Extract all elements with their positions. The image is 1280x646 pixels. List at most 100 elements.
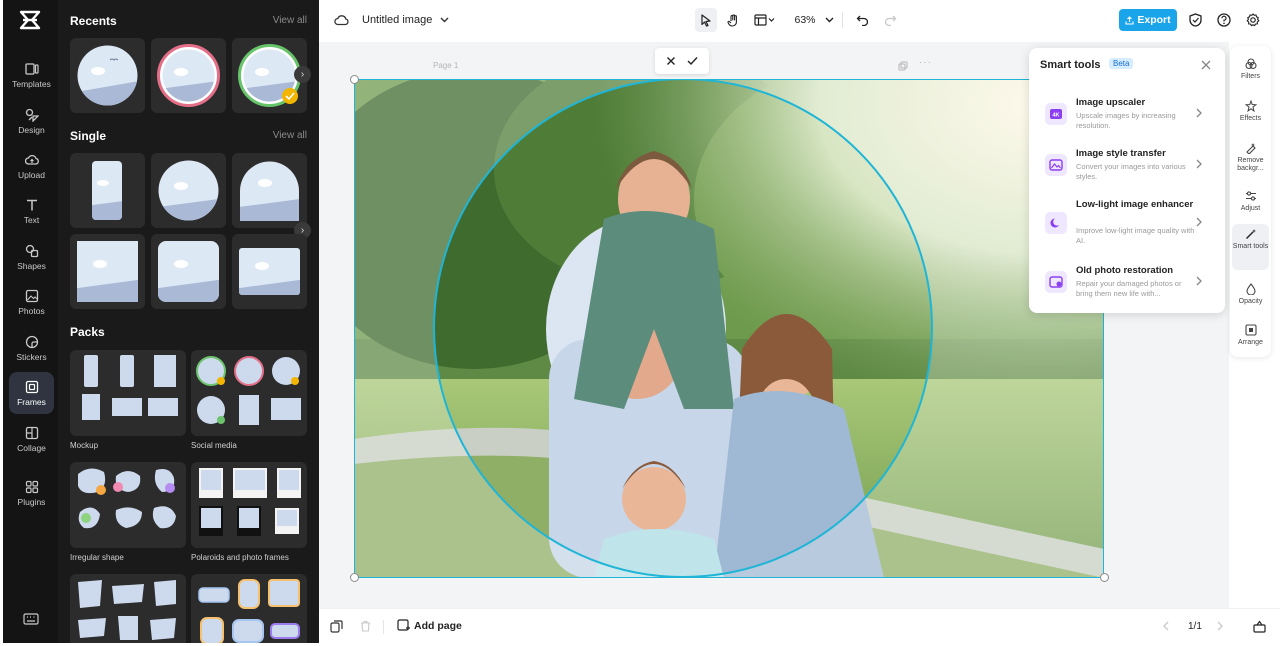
trash-icon[interactable] bbox=[360, 620, 371, 632]
document-title[interactable]: Untitled image bbox=[362, 14, 432, 26]
zoom-level[interactable]: 63% bbox=[785, 8, 825, 32]
recents-view-all-link[interactable]: View all bbox=[273, 15, 307, 26]
single-view-all-link[interactable]: View all bbox=[273, 130, 307, 141]
rail-item-text[interactable]: Text bbox=[9, 190, 54, 232]
filters-icon bbox=[1244, 58, 1257, 70]
chevron-right-icon bbox=[1196, 276, 1202, 286]
add-page-button[interactable]: Add page bbox=[397, 619, 462, 632]
shield-icon[interactable] bbox=[1189, 13, 1202, 27]
rail-item-filters[interactable]: Filters bbox=[1232, 54, 1269, 94]
layers-icon[interactable] bbox=[330, 620, 343, 633]
stickers-icon bbox=[25, 335, 38, 348]
close-icon[interactable] bbox=[1200, 59, 1212, 71]
cancel-crop-icon[interactable] bbox=[666, 56, 676, 66]
single-frame-arch[interactable] bbox=[232, 153, 307, 228]
single-frame-rounded-rect[interactable] bbox=[70, 153, 145, 228]
page-more-options-icon[interactable]: ··· bbox=[919, 57, 932, 68]
left-nav-rail: Templates Design Upload Text Shapes Phot… bbox=[3, 0, 58, 643]
rail-item-upload[interactable]: Upload bbox=[9, 145, 54, 187]
rail-item-label: Stickers bbox=[16, 351, 47, 362]
export-icon bbox=[1125, 15, 1134, 25]
pack-irregular-shape[interactable] bbox=[70, 462, 186, 548]
layout-dropdown-button[interactable] bbox=[751, 8, 779, 32]
frame-preview bbox=[77, 45, 138, 106]
tool-old-photo-restoration[interactable]: Old photo restoration Repair your damage… bbox=[1037, 265, 1219, 305]
export-label: Export bbox=[1137, 14, 1171, 26]
undo-icon[interactable] bbox=[856, 13, 869, 26]
frame-preview bbox=[158, 160, 219, 221]
magic-wand-icon bbox=[1245, 229, 1256, 239]
rail-item-smart-tools[interactable]: Smart tools bbox=[1232, 224, 1269, 270]
single-frame-square[interactable] bbox=[70, 234, 145, 309]
rail-item-remove-background[interactable]: Remove backgr... bbox=[1232, 138, 1269, 184]
pack-polaroids[interactable] bbox=[191, 462, 307, 548]
capcut-logo[interactable] bbox=[19, 10, 41, 30]
rail-item-arrange[interactable]: Arrange bbox=[1232, 320, 1269, 360]
pack-mockup[interactable] bbox=[70, 350, 186, 436]
pack-bordered-frames[interactable] bbox=[191, 574, 307, 643]
single-title: Single bbox=[70, 129, 107, 143]
rail-item-opacity[interactable]: Opacity bbox=[1232, 279, 1269, 319]
rail-label: Adjust bbox=[1240, 205, 1261, 212]
rail-item-collage[interactable]: Collage bbox=[9, 418, 54, 460]
single-frame-rounded-square[interactable] bbox=[151, 234, 226, 309]
single-frame-wide-rect[interactable] bbox=[232, 234, 307, 309]
chevron-right-icon bbox=[1196, 159, 1202, 169]
rail-item-label: Photos bbox=[18, 305, 45, 316]
rail-item-frames[interactable]: Frames bbox=[9, 372, 54, 414]
redo-icon[interactable] bbox=[884, 13, 897, 26]
export-button[interactable]: Export bbox=[1119, 9, 1177, 31]
tool-image-upscaler[interactable]: 4K Image upscaler Upscale images by incr… bbox=[1037, 97, 1219, 137]
rail-item-label: Upload bbox=[18, 169, 45, 180]
rail-item-adjust[interactable]: Adjust bbox=[1232, 186, 1269, 226]
properties-rail: Filters Effects Remove backgr... Adjust … bbox=[1230, 46, 1271, 357]
pack-torn-paper[interactable] bbox=[70, 574, 186, 643]
duplicate-page-icon[interactable] bbox=[898, 61, 908, 71]
help-icon[interactable] bbox=[1217, 13, 1231, 27]
templates-icon bbox=[24, 62, 39, 75]
recent-frame-circle[interactable] bbox=[70, 38, 145, 113]
recent-frame-pink-ring[interactable] bbox=[151, 38, 226, 113]
next-page-icon[interactable] bbox=[1216, 621, 1224, 631]
rail-item-effects[interactable]: Effects bbox=[1232, 96, 1269, 136]
resize-handle-bottom-left[interactable] bbox=[350, 573, 359, 582]
opacity-drop-icon bbox=[1245, 283, 1256, 295]
resize-handle-top-left[interactable] bbox=[350, 75, 359, 84]
rail-item-plugins[interactable]: Plugins bbox=[9, 472, 54, 514]
pack-social-media[interactable] bbox=[191, 350, 307, 436]
frames-panel: Recents View all › Single View all › Pac… bbox=[58, 0, 319, 643]
tool-low-light-enhancer[interactable]: Low-light image enhancer Improve low-lig… bbox=[1037, 199, 1219, 251]
fit-screen-icon[interactable] bbox=[1253, 620, 1266, 633]
zoom-chevron-down-icon[interactable] bbox=[825, 16, 834, 24]
keyboard-shortcuts-icon[interactable] bbox=[23, 612, 39, 626]
pack-preview bbox=[198, 579, 300, 643]
rail-item-stickers[interactable]: Stickers bbox=[9, 327, 54, 369]
confirm-crop-icon[interactable] bbox=[687, 56, 698, 66]
recents-scroll-right-button[interactable]: › bbox=[294, 66, 311, 83]
rail-item-design[interactable]: Design bbox=[9, 100, 54, 142]
rail-item-shapes[interactable]: Shapes bbox=[9, 236, 54, 278]
smart-tools-title: Smart tools bbox=[1040, 59, 1101, 71]
rail-item-templates[interactable]: Templates bbox=[9, 54, 54, 96]
cloud-save-icon[interactable] bbox=[334, 13, 349, 27]
rail-item-photos[interactable]: Photos bbox=[9, 281, 54, 323]
pack-preview bbox=[78, 468, 176, 529]
bottom-bar: Add page 1/1 bbox=[319, 608, 1280, 643]
tool-image-style-transfer[interactable]: Image style transfer Convert your images… bbox=[1037, 148, 1219, 188]
rail-item-label: Plugins bbox=[17, 496, 46, 507]
previous-page-icon[interactable] bbox=[1162, 621, 1170, 631]
single-frame-circle[interactable] bbox=[151, 153, 226, 228]
select-tool-button[interactable] bbox=[695, 8, 717, 32]
hand-tool-button[interactable] bbox=[722, 8, 744, 32]
chevron-down-icon[interactable] bbox=[440, 16, 449, 24]
family-photo[interactable] bbox=[354, 79, 1104, 578]
resize-handle-bottom-right[interactable] bbox=[1100, 573, 1109, 582]
pack-label: Mockup bbox=[70, 441, 99, 450]
layout-icon bbox=[754, 14, 775, 26]
rail-label: Remove backgr... bbox=[1237, 157, 1264, 172]
beta-badge: Beta bbox=[1109, 58, 1134, 69]
settings-gear-icon[interactable] bbox=[1246, 13, 1260, 27]
rail-item-label: Templates bbox=[12, 78, 51, 89]
pack-label: Social media bbox=[191, 441, 237, 450]
tool-description: Repair your damaged photos or bring them… bbox=[1076, 279, 1182, 298]
